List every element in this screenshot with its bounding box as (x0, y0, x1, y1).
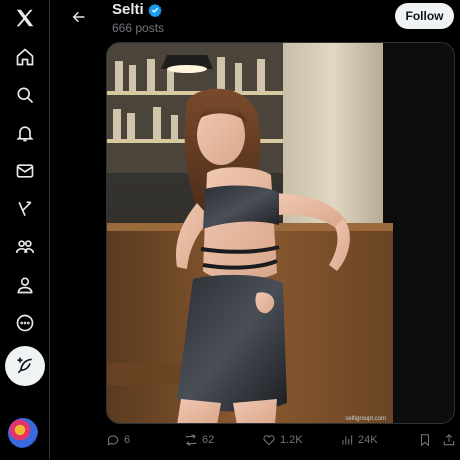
x-logo-icon[interactable] (8, 1, 42, 35)
post-count: 666 posts (112, 21, 165, 35)
left-nav-rail (0, 0, 50, 460)
photo (107, 43, 454, 423)
views-chart-icon (342, 435, 353, 445)
heart-icon (263, 435, 275, 446)
search-icon[interactable] (8, 78, 42, 112)
profile-name: Selti (112, 1, 144, 18)
arrow-left-icon (72, 11, 85, 23)
communities-icon[interactable] (8, 230, 42, 264)
follow-button[interactable]: Follow (395, 3, 454, 29)
bookmark-icon (420, 434, 430, 447)
verified-badge-icon (147, 3, 162, 17)
share-button[interactable] (442, 430, 456, 450)
more-icon[interactable] (8, 306, 42, 340)
like-count: 1.2K (280, 434, 303, 446)
like-button[interactable]: 1.2K (262, 430, 303, 450)
post-media-image[interactable]: seltigroupt.com (106, 42, 455, 424)
share-icon (443, 434, 455, 446)
bookmark-button[interactable] (418, 430, 432, 450)
reply-count: 6 (124, 434, 131, 446)
mail-icon[interactable] (8, 154, 42, 188)
post-button[interactable] (5, 346, 45, 386)
back-button[interactable] (68, 6, 90, 28)
name-row: Selti (112, 1, 162, 18)
repost-icon (185, 434, 197, 446)
feather-plus-icon (17, 357, 32, 374)
grok-icon[interactable] (8, 192, 42, 226)
bell-icon[interactable] (8, 116, 42, 150)
reply-button[interactable]: 6 (106, 430, 130, 450)
repost-button[interactable]: 62 (184, 430, 214, 450)
profile-header: Selti 666 posts Follow (58, 0, 460, 36)
view-count: 24K (358, 434, 378, 446)
post-action-bar: 6 62 1.2K 24K (106, 430, 458, 450)
profile-icon[interactable] (8, 268, 42, 302)
reply-icon (107, 435, 119, 446)
media-watermark: seltigroupt.com (345, 416, 386, 422)
repost-count: 62 (202, 434, 215, 446)
avatar[interactable] (8, 418, 38, 448)
views-button[interactable]: 24K (340, 430, 378, 450)
home-icon[interactable] (8, 40, 42, 74)
